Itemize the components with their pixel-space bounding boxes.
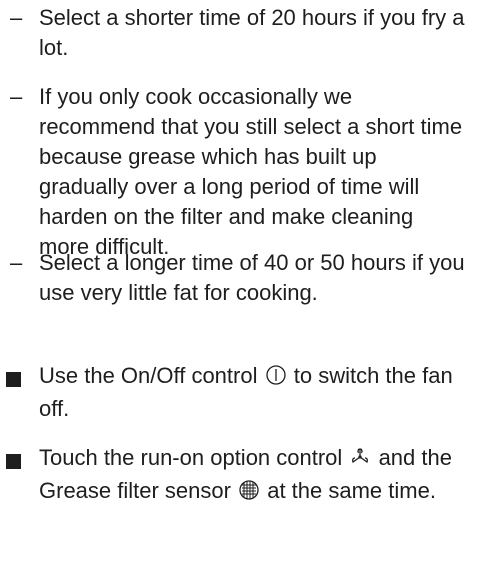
dash-bullet: – (10, 84, 23, 109)
square-bullet (5, 443, 39, 469)
step-text: Use the On/Off control to switch the fan… (39, 363, 453, 421)
step-item-1: Use the On/Off control to switch the fan… (5, 361, 469, 424)
step-text: Touch the run-on option control and the … (39, 443, 469, 509)
dash-bullet: – (10, 5, 23, 30)
step-item-2: Touch the run-on option control and the … (5, 443, 469, 509)
list-item-text: If you only cook occasionally we recomme… (39, 84, 463, 259)
list-item-dash-1: – Select a shorter time of 20 hours if y… (5, 3, 469, 63)
list-item-text: Select a longer time of 40 or 50 hours i… (39, 250, 465, 305)
list-item-text: Select a shorter time of 20 hours if you… (39, 5, 465, 60)
square-bullet (5, 361, 39, 387)
manual-page: – Select a shorter time of 20 hours if y… (0, 0, 479, 568)
power-icon (265, 364, 287, 394)
dash-bullet: – (10, 250, 23, 275)
grease-filter-icon (238, 479, 260, 509)
fan-runon-icon (349, 446, 371, 476)
list-item-dash-2: – If you only cook occasionally we recom… (5, 82, 469, 262)
list-item-dash-3: – Select a longer time of 40 or 50 hours… (5, 248, 469, 308)
